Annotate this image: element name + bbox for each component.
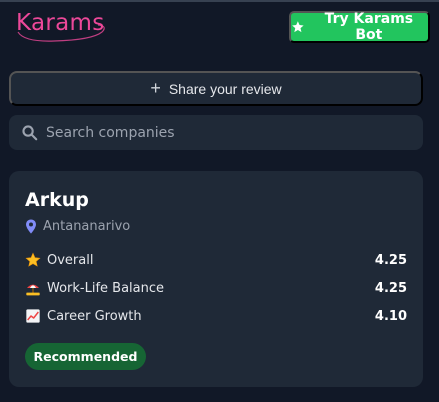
metric-value: 4.25 [374, 280, 407, 296]
brand-logo[interactable]: Karams [16, 10, 105, 36]
chart-increasing-icon [26, 309, 40, 323]
metric-work-life-balance: Work-Life Balance 4.25 [25, 278, 407, 298]
metric-label: Work-Life Balance [47, 280, 165, 296]
share-review-button[interactable]: + Share your review [9, 71, 423, 106]
metric-label: Overall [47, 252, 94, 268]
company-location: Antananarivo [25, 219, 130, 234]
search-icon [22, 125, 38, 141]
share-review-label: Share your review [168, 80, 282, 97]
app-header: Karams Try Karams Bot [0, 0, 439, 56]
recommended-badge: Recommended [25, 343, 146, 370]
beach-umbrella-icon [26, 284, 40, 296]
company-name[interactable]: Arkup [25, 189, 89, 211]
plus-icon: + [150, 77, 161, 98]
metric-value: 4.25 [374, 252, 407, 268]
location-label: Antananarivo [43, 219, 131, 234]
metric-overall: Overall 4.25 [25, 250, 407, 270]
metric-value: 4.10 [374, 308, 407, 324]
search-input[interactable] [46, 124, 423, 141]
try-bot-label: Try Karams Bot [324, 11, 414, 43]
star-icon [292, 21, 304, 33]
search-bar [9, 115, 423, 150]
metric-career-growth: Career Growth 4.10 [25, 306, 407, 326]
company-card[interactable]: Arkup Antananarivo Overall 4.25 Work-Lif… [9, 171, 423, 387]
star-icon [25, 252, 41, 267]
try-bot-button[interactable]: Try Karams Bot [289, 11, 430, 43]
metric-label: Career Growth [47, 308, 142, 324]
map-pin-icon [26, 219, 36, 234]
